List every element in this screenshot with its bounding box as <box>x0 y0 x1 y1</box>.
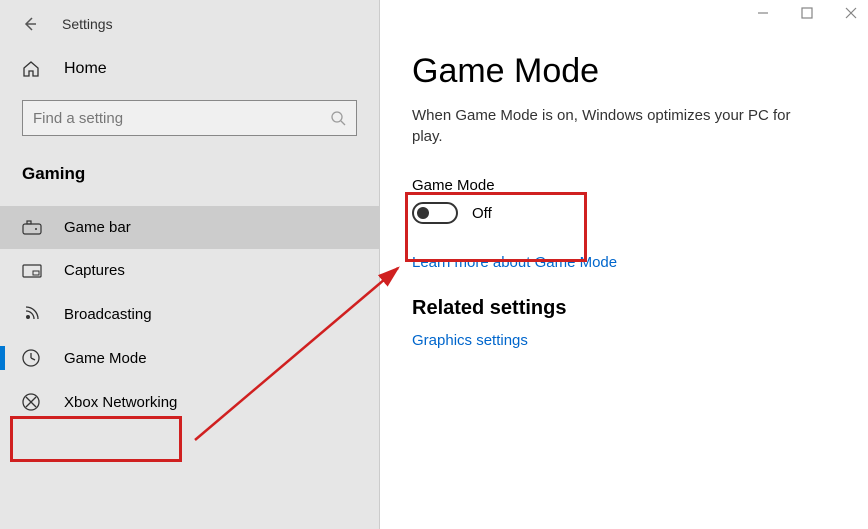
sidebar-item-home[interactable]: Home <box>0 48 379 90</box>
game-bar-icon <box>22 220 44 236</box>
search-icon <box>330 110 346 126</box>
sidebar-item-captures[interactable]: Captures <box>0 249 379 292</box>
home-icon <box>22 60 44 78</box>
sidebar-item-label: Home <box>64 60 107 78</box>
category-header: Gaming <box>0 154 379 206</box>
back-button[interactable] <box>20 14 40 34</box>
related-settings-header: Related settings <box>412 297 836 320</box>
sidebar-item-label: Game bar <box>64 219 131 236</box>
sidebar-item-game-bar[interactable]: Game bar <box>0 206 379 249</box>
search-input[interactable] <box>33 110 330 127</box>
window-controls <box>756 6 858 20</box>
titlebar: Settings <box>0 0 379 48</box>
toggle-knob-icon <box>417 207 429 219</box>
game-mode-icon <box>22 349 44 367</box>
sidebar-item-label: Broadcasting <box>64 306 152 323</box>
sidebar-item-label: Captures <box>64 262 125 279</box>
sidebar: Settings Home Gaming Game bar Captures <box>0 0 380 529</box>
sidebar-item-label: Game Mode <box>64 350 147 367</box>
sidebar-item-xbox-networking[interactable]: Xbox Networking <box>0 380 379 424</box>
xbox-icon <box>22 393 44 411</box>
captures-icon <box>22 263 44 279</box>
titlebar-title: Settings <box>62 16 113 32</box>
sidebar-item-label: Xbox Networking <box>64 394 177 411</box>
back-arrow-icon <box>22 16 38 32</box>
game-mode-toggle[interactable] <box>412 202 458 224</box>
learn-more-link[interactable]: Learn more about Game Mode <box>412 254 836 271</box>
toggle-label: Game Mode <box>412 177 836 194</box>
broadcasting-icon <box>22 305 44 323</box>
sidebar-item-broadcasting[interactable]: Broadcasting <box>0 292 379 336</box>
maximize-button[interactable] <box>800 6 814 20</box>
search-box[interactable] <box>22 100 357 136</box>
minimize-button[interactable] <box>756 6 770 20</box>
graphics-settings-link[interactable]: Graphics settings <box>412 332 836 349</box>
page-description: When Game Mode is on, Windows optimizes … <box>412 105 822 147</box>
close-button[interactable] <box>844 6 858 20</box>
sidebar-item-game-mode[interactable]: Game Mode <box>0 336 379 380</box>
toggle-state: Off <box>472 205 492 222</box>
page-title: Game Mode <box>412 52 836 91</box>
main-content: Game Mode When Game Mode is on, Windows … <box>380 0 868 529</box>
